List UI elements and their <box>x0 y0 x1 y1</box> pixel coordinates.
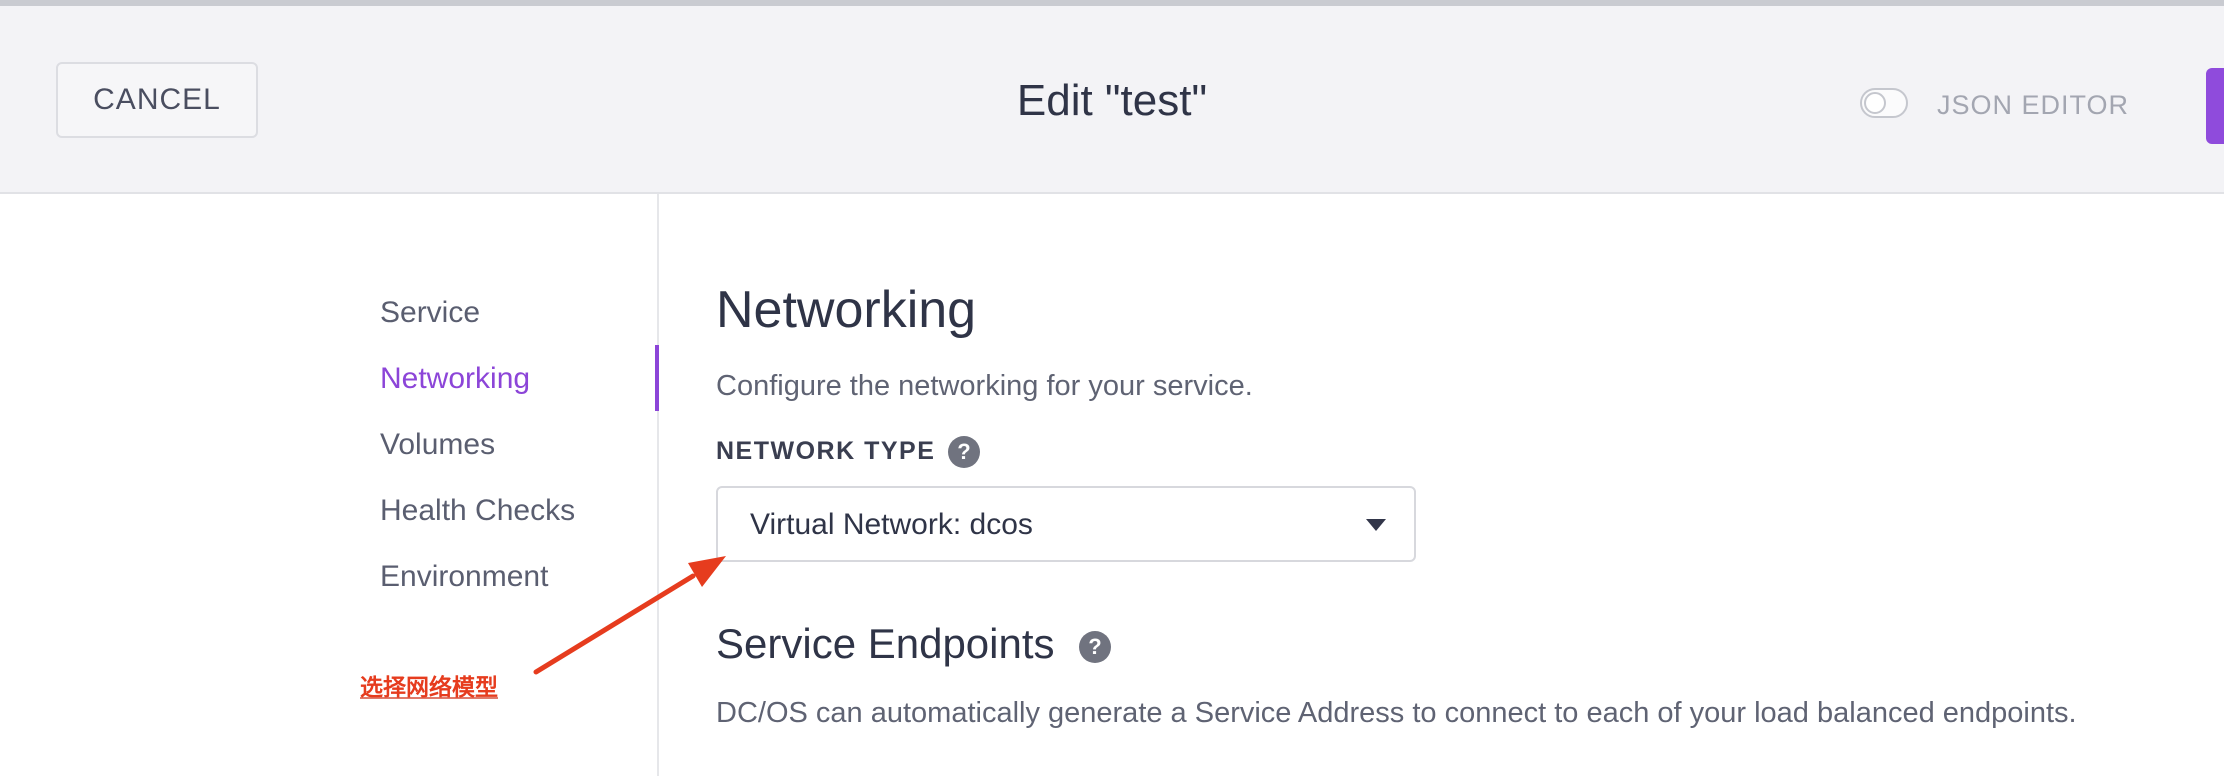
arrow-icon <box>533 556 726 675</box>
